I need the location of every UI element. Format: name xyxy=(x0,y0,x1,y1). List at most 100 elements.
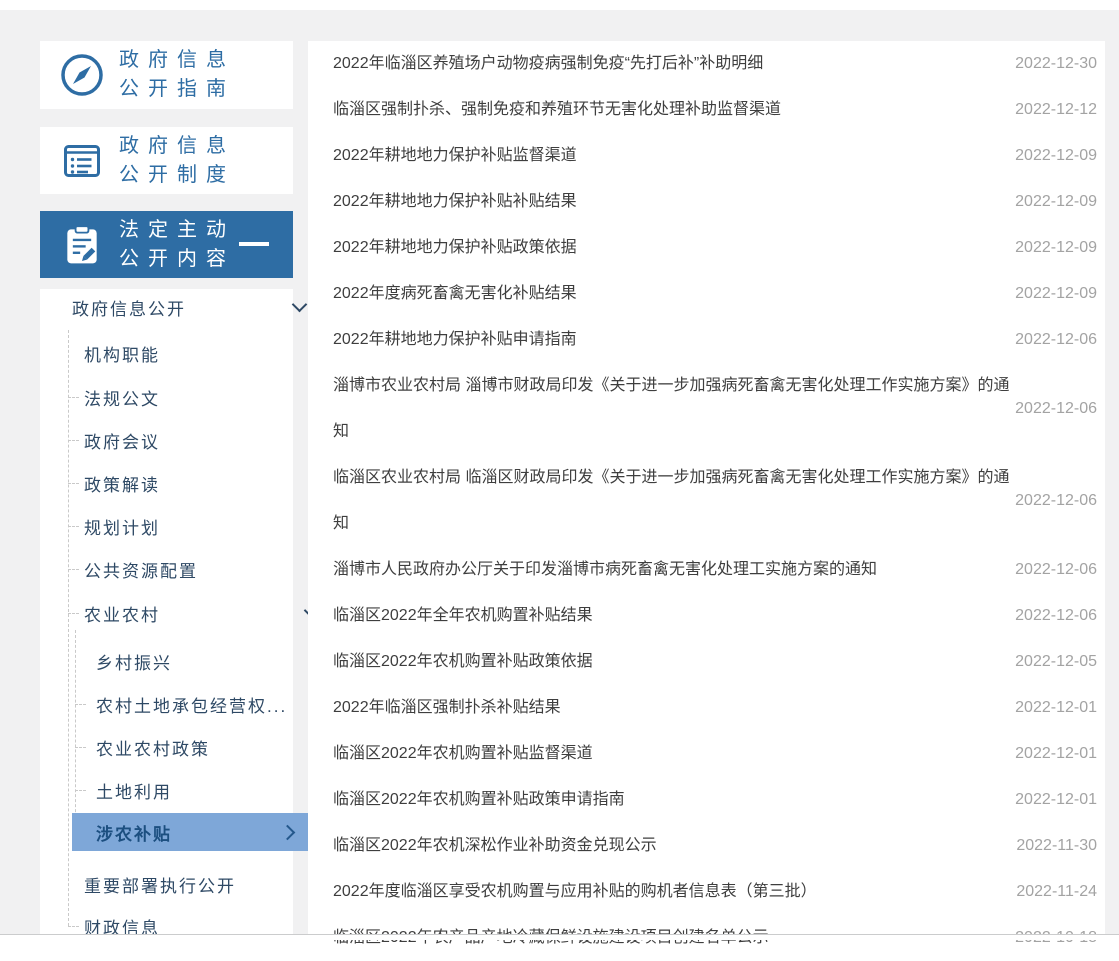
sidebar-item-government-meetings[interactable]: 政府会议 xyxy=(40,419,337,461)
list-item-title[interactable]: 临淄区2022年农机深松作业补助资金兑现公示 xyxy=(333,823,1023,869)
list-row: 2022年度临淄区享受农机购置与应用补贴的购机者信息表（第三批） 2022-11… xyxy=(333,869,1105,915)
list-item-date: 2022-12-09 xyxy=(1015,147,1097,165)
sidebar-item-label: 农业农村政策 xyxy=(96,735,210,760)
list-item-title[interactable]: 临淄区2022年农机购置补贴监督渠道 xyxy=(333,731,1023,777)
list-item-title[interactable]: 淄博市农业农村局 淄博市财政局印发《关于进一步加强病死畜禽无害化处理工作实施方案… xyxy=(333,363,1023,455)
sidebar-item-label: 土地利用 xyxy=(96,778,172,803)
sidebar-item-planning[interactable]: 规划计划 xyxy=(40,505,337,547)
label-line-1: 政府信息 xyxy=(119,46,235,75)
list-row: 2022年临淄区强制扑杀补贴结果 2022-12-01 xyxy=(333,685,1105,731)
list-item-date: 2022-12-09 xyxy=(1015,193,1097,211)
list-row: 临淄区2022年农机购置补贴监督渠道 2022-12-01 xyxy=(333,731,1105,777)
list-item-date: 2022-12-05 xyxy=(1015,653,1097,671)
list-item-title[interactable]: 2022年临淄区养殖场户动物疫病强制免疫“先打后补”补助明细 xyxy=(333,41,1023,87)
sidebar-item-gov-info-disclosure[interactable]: 政府信息公开 xyxy=(40,289,325,325)
sidebar-item-agriculture-policy[interactable]: 农业农村政策 xyxy=(40,726,349,768)
sidebar-item-land-use[interactable]: 土地利用 xyxy=(40,769,349,811)
list-item-date: 2022-12-01 xyxy=(1015,745,1097,763)
sidebar-item-agriculture-subsidies[interactable]: 涉农补贴 xyxy=(72,813,317,851)
sidebar-box-info-system[interactable]: 政府信息 公开制度 xyxy=(40,127,293,194)
list-item-date: 2022-12-12 xyxy=(1015,101,1097,119)
list-row: 2022年耕地地力保护补贴申请指南 2022-12-06 xyxy=(333,317,1105,363)
list-item-title[interactable]: 淄博市人民政府办公厅关于印发淄博市病死畜禽无害化处理工实施方案的通知 xyxy=(333,547,1023,593)
sidebar-item-fiscal-information[interactable]: 财政信息 xyxy=(40,905,337,947)
list-row: 临淄区2022年全年农机购置补贴结果 2022-12-06 xyxy=(333,593,1105,639)
list-item-title[interactable]: 临淄区2022年全年农机购置补贴结果 xyxy=(333,593,1023,639)
label-line-2: 公开内容 xyxy=(119,245,235,274)
label-line-2: 公开制度 xyxy=(119,161,235,190)
book-icon xyxy=(57,137,107,185)
list-item-title[interactable]: 2022年耕地地力保护补贴补贴结果 xyxy=(333,179,1023,225)
list-item-date: 2022-12-01 xyxy=(1015,699,1097,717)
sidebar-item-label: 机构职能 xyxy=(84,341,160,366)
list-item-title[interactable]: 2022年临淄区强制扑杀补贴结果 xyxy=(333,685,1023,731)
list-item-title[interactable]: 2022年耕地地力保护补贴申请指南 xyxy=(333,317,1023,363)
list-item-title[interactable]: 2022年耕地地力保护补贴政策依据 xyxy=(333,225,1023,271)
viewport-bottom-edge xyxy=(0,934,1119,940)
list-item-date: 2022-12-06 xyxy=(1015,400,1097,418)
minus-icon[interactable] xyxy=(239,242,269,246)
list-item-date: 2022-12-06 xyxy=(1015,607,1097,625)
list-item-date: 2022-12-01 xyxy=(1015,791,1097,809)
sidebar-item-label: 农业农村 xyxy=(84,601,160,626)
sidebar-item-label: 重要部署执行公开 xyxy=(84,872,236,897)
list-item-date: 2022-12-09 xyxy=(1015,239,1097,257)
list-row: 2022年耕地地力保护补贴监督渠道 2022-12-09 xyxy=(333,133,1105,179)
sidebar-item-rural-land-contract[interactable]: 农村土地承包经营权... xyxy=(40,683,349,725)
chevron-right-icon xyxy=(280,824,296,840)
sidebar-item-label: 公共资源配置 xyxy=(84,557,198,582)
list-item-date: 2022-11-30 xyxy=(1016,837,1097,855)
chevron-down-icon xyxy=(292,297,308,313)
list-row: 淄博市人民政府办公厅关于印发淄博市病死畜禽无害化处理工实施方案的通知 2022-… xyxy=(333,547,1105,593)
list-item-title[interactable]: 临淄区2022年农机购置补贴政策申请指南 xyxy=(333,777,1023,823)
list-row: 临淄区强制扑杀、强制免疫和养殖环节无害化处理补助监督渠道 2022-12-12 xyxy=(333,87,1105,133)
list-item-date: 2022-11-24 xyxy=(1016,883,1097,901)
list-item-date: 2022-12-06 xyxy=(1015,492,1097,510)
sidebar-box-label: 法定主动 公开内容 xyxy=(119,216,235,274)
list-row: 临淄区2022年农机深松作业补助资金兑现公示 2022-11-30 xyxy=(333,823,1105,869)
list-item-title[interactable]: 临淄区2022年农机购置补贴政策依据 xyxy=(333,639,1023,685)
compass-icon xyxy=(57,51,107,99)
sidebar-item-label: 法规公文 xyxy=(84,385,160,410)
list-row: 2022年度病死畜禽无害化补贴结果 2022-12-09 xyxy=(333,271,1105,317)
list-item-title[interactable]: 临淄区农业农村局 临淄区财政局印发《关于进一步加强病死畜禽无害化处理工作实施方案… xyxy=(333,455,1023,547)
sidebar-item-regulations-documents[interactable]: 法规公文 xyxy=(40,376,337,418)
list-row: 淄博市农业农村局 淄博市财政局印发《关于进一步加强病死畜禽无害化处理工作实施方案… xyxy=(333,363,1105,455)
sidebar-item-agency-functions[interactable]: 机构职能 xyxy=(40,332,337,374)
sidebar-item-label: 乡村振兴 xyxy=(96,649,172,674)
list-row: 2022年耕地地力保护补贴政策依据 2022-12-09 xyxy=(333,225,1105,271)
sidebar-nav: 政府信息公开 机构职能 法规公文 政府会议 政策解读 规划计划 公共资源配置 农… xyxy=(40,289,293,939)
list-item-date: 2022-12-09 xyxy=(1015,285,1097,303)
sidebar-item-label: 涉农补贴 xyxy=(96,820,172,845)
sidebar-item-label: 政策解读 xyxy=(84,471,160,496)
sidebar-box-label: 政府信息 公开指南 xyxy=(119,46,235,104)
article-list-panel: 2022年临淄区养殖场户动物疫病强制免疫“先打后补”补助明细 2022-12-3… xyxy=(308,41,1105,961)
sidebar-item-label: 政府会议 xyxy=(84,428,160,453)
list-row: 2022年耕地地力保护补贴补贴结果 2022-12-09 xyxy=(333,179,1105,225)
list-row: 临淄区2022年农机购置补贴政策申请指南 2022-12-01 xyxy=(333,777,1105,823)
list-item-title[interactable]: 2022年耕地地力保护补贴监督渠道 xyxy=(333,133,1023,179)
sidebar-item-rural-revitalization[interactable]: 乡村振兴 xyxy=(40,640,349,682)
label-line-2: 公开指南 xyxy=(119,75,235,104)
sidebar-item-public-resource-allocation[interactable]: 公共资源配置 xyxy=(40,548,337,590)
sidebar-box-statutory-disclosure[interactable]: 法定主动 公开内容 xyxy=(40,211,293,278)
list-row: 临淄区农业农村局 临淄区财政局印发《关于进一步加强病死畜禽无害化处理工作实施方案… xyxy=(333,455,1105,547)
sidebar-item-policy-interpretation[interactable]: 政策解读 xyxy=(40,462,337,504)
list-item-title[interactable]: 2022年度病死畜禽无害化补贴结果 xyxy=(333,271,1023,317)
sidebar-item-label: 政府信息公开 xyxy=(72,295,186,320)
label-line-1: 政府信息 xyxy=(119,132,235,161)
list-item-date: 2022-12-06 xyxy=(1015,331,1097,349)
sidebar-item-agriculture-rural[interactable]: 农业农村 xyxy=(40,592,337,634)
sidebar-item-key-deployment-disclosure[interactable]: 重要部署执行公开 xyxy=(40,863,337,905)
sidebar-box-label: 政府信息 公开制度 xyxy=(119,132,235,190)
list-item-date: 2022-12-06 xyxy=(1015,561,1097,579)
clipboard-pen-icon xyxy=(57,223,107,267)
list-item-title[interactable]: 临淄区强制扑杀、强制免疫和养殖环节无害化处理补助监督渠道 xyxy=(333,87,1023,133)
label-line-1: 法定主动 xyxy=(119,216,235,245)
list-row: 2022年临淄区养殖场户动物疫病强制免疫“先打后补”补助明细 2022-12-3… xyxy=(333,41,1105,87)
sidebar-box-info-guide[interactable]: 政府信息 公开指南 xyxy=(40,41,293,109)
sidebar-item-label: 规划计划 xyxy=(84,514,160,539)
list-row: 临淄区2022年农机购置补贴政策依据 2022-12-05 xyxy=(333,639,1105,685)
list-item-title[interactable]: 2022年度临淄区享受农机购置与应用补贴的购机者信息表（第三批） xyxy=(333,869,1023,915)
list-item-date: 2022-12-30 xyxy=(1015,55,1097,73)
